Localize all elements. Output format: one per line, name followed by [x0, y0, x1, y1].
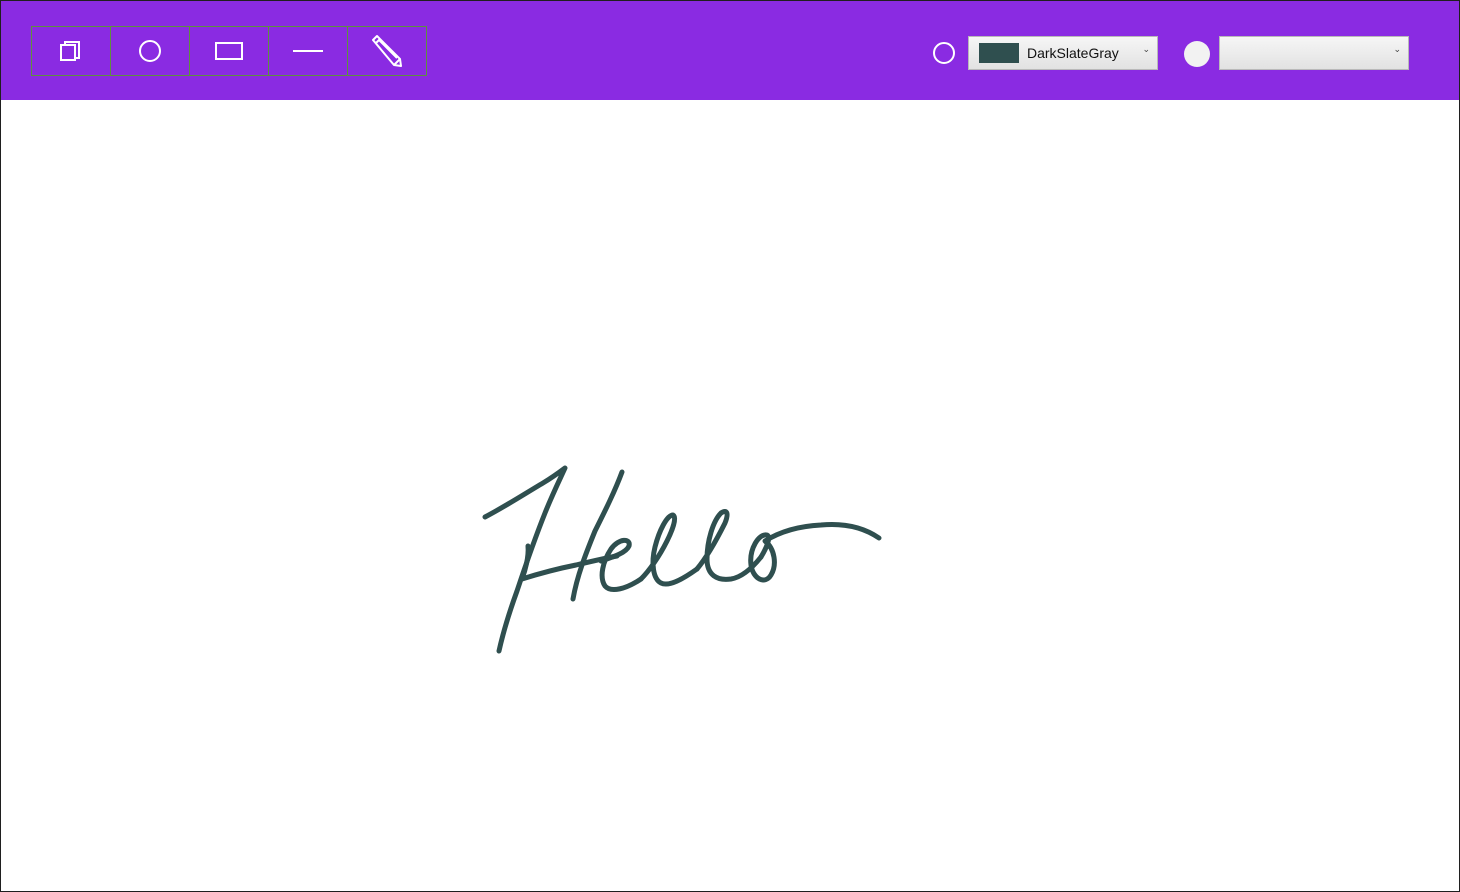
chevron-down-icon: ⌄ — [1393, 45, 1401, 55]
ellipse-tool-button[interactable] — [110, 26, 190, 76]
pencil-tool-button[interactable] — [347, 26, 427, 76]
rectangle-tool-button[interactable] — [189, 26, 269, 76]
toolbar: DarkSlateGray ⌄ ⌄ — [1, 1, 1459, 100]
tool-group — [31, 26, 427, 76]
pencil-icon — [372, 35, 402, 67]
stroke-indicator-icon — [933, 42, 955, 64]
fill-indicator-icon — [1184, 41, 1210, 67]
line-tool-button[interactable] — [268, 26, 348, 76]
layers-icon — [60, 41, 80, 61]
drawing-canvas[interactable] — [1, 100, 1459, 891]
select-tool-button[interactable] — [31, 26, 111, 76]
stroke-color-label: DarkSlateGray — [1027, 45, 1119, 61]
line-icon — [293, 50, 323, 52]
chevron-down-icon: ⌄ — [1142, 45, 1150, 55]
rectangle-icon — [215, 42, 243, 60]
circle-icon — [139, 40, 161, 62]
stroke-color-dropdown[interactable]: DarkSlateGray ⌄ — [968, 36, 1158, 70]
stroke-color-swatch — [979, 43, 1019, 63]
fill-color-dropdown[interactable]: ⌄ — [1219, 36, 1409, 70]
app-window: DarkSlateGray ⌄ ⌄ — [0, 0, 1460, 892]
handwriting-ink — [482, 465, 882, 654]
